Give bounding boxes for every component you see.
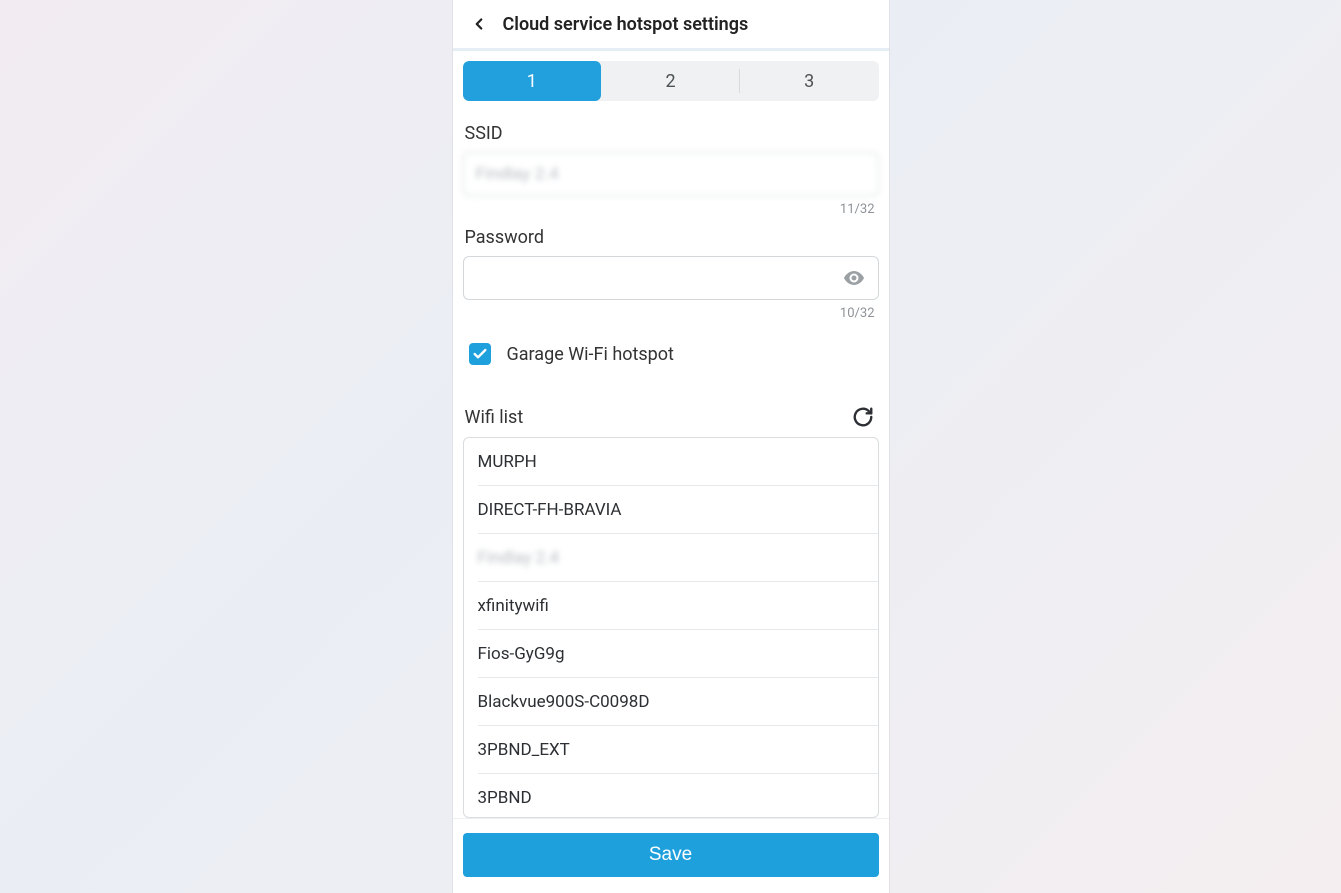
- wifi-list-header: Wifi list: [463, 403, 879, 437]
- toggle-password-visibility-button[interactable]: [837, 256, 871, 300]
- wifi-item-name: Fios-GyG9g: [478, 644, 565, 664]
- step-tab-1[interactable]: 1: [463, 61, 602, 101]
- back-button[interactable]: [461, 6, 497, 42]
- wifi-list-item[interactable]: Blackvue900S-C0098D: [464, 678, 878, 725]
- wifi-list-item[interactable]: xfinitywifi: [464, 582, 878, 629]
- password-label: Password: [463, 227, 879, 248]
- footer-bar: Save: [453, 818, 889, 893]
- ssid-counter: 11/32: [463, 202, 879, 217]
- header-bar: Cloud service hotspot settings: [453, 0, 889, 49]
- garage-hotspot-checkbox[interactable]: [469, 343, 491, 365]
- wifi-item-name: xfinitywifi: [478, 596, 549, 616]
- wifi-item-name: 3PBND: [478, 788, 532, 808]
- password-input[interactable]: [463, 256, 879, 300]
- content-area: 1 2 3 SSID 11/32 Password 10/32 Garage W…: [453, 51, 889, 818]
- password-counter: 10/32: [463, 306, 879, 321]
- garage-hotspot-label: Garage Wi-Fi hotspot: [507, 344, 674, 365]
- garage-hotspot-row: Garage Wi-Fi hotspot: [463, 343, 879, 365]
- wifi-item-name: MURPH: [478, 452, 537, 472]
- page-title: Cloud service hotspot settings: [503, 14, 749, 35]
- wifi-list-item[interactable]: 3PBND: [464, 774, 878, 818]
- eye-icon: [842, 266, 866, 290]
- wifi-list-item[interactable]: 3PBND_EXT: [464, 726, 878, 773]
- wifi-list-title: Wifi list: [465, 407, 524, 428]
- ssid-input[interactable]: [463, 152, 879, 196]
- step-tab-2[interactable]: 2: [601, 61, 740, 101]
- password-field-wrap: [463, 256, 879, 300]
- wifi-list-item[interactable]: DIRECT-FH-BRAVIA: [464, 486, 878, 533]
- wifi-item-name: Findlay 2.4: [478, 548, 560, 568]
- check-icon: [472, 346, 488, 362]
- wifi-item-name: 3PBND_EXT: [478, 740, 570, 760]
- wifi-list: MURPH DIRECT-FH-BRAVIA Findlay 2.4 xfinityw…: [463, 437, 879, 818]
- wifi-list-item[interactable]: MURPH: [464, 438, 878, 485]
- chevron-left-icon: [470, 15, 488, 33]
- save-button[interactable]: Save: [463, 833, 879, 877]
- app-screen: Cloud service hotspot settings 1 2 3 SSI…: [453, 0, 889, 893]
- ssid-field-wrap: [463, 152, 879, 196]
- wifi-list-item[interactable]: Findlay 2.4: [464, 534, 878, 581]
- ssid-label: SSID: [463, 123, 879, 144]
- wifi-item-name: Blackvue900S-C0098D: [478, 692, 650, 712]
- wifi-item-name: DIRECT-FH-BRAVIA: [478, 500, 622, 520]
- refresh-wifi-button[interactable]: [849, 403, 877, 431]
- refresh-icon: [852, 406, 874, 428]
- step-tab-3[interactable]: 3: [740, 61, 879, 101]
- wifi-list-item[interactable]: Fios-GyG9g: [464, 630, 878, 677]
- step-tabs: 1 2 3: [463, 61, 879, 101]
